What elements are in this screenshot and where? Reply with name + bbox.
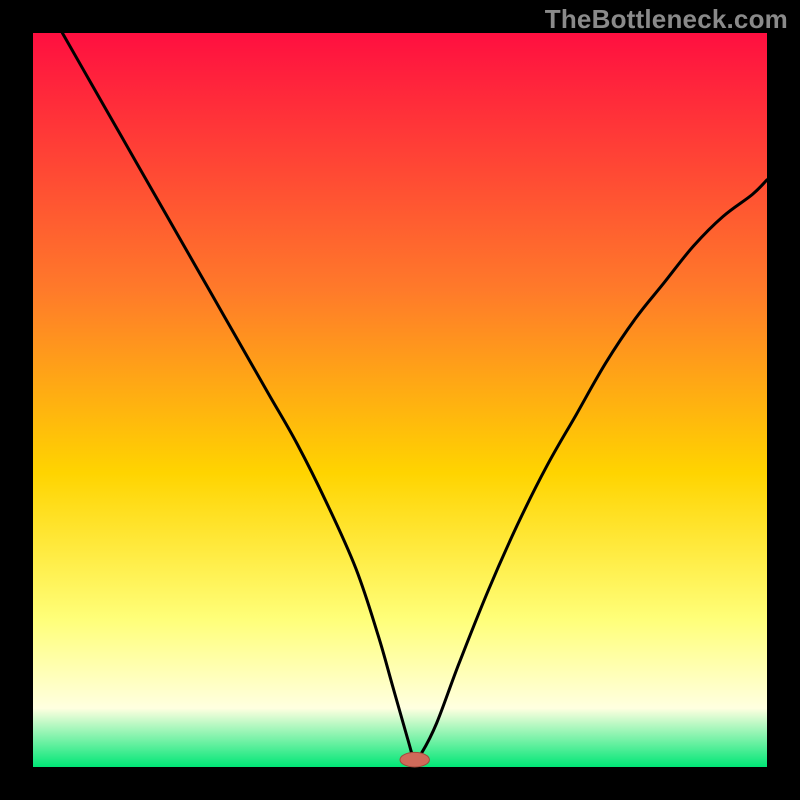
optimum-marker bbox=[400, 752, 429, 767]
chart-frame: { "watermark": "TheBottleneck.com", "col… bbox=[0, 0, 800, 800]
plot-background bbox=[33, 33, 767, 767]
watermark-text: TheBottleneck.com bbox=[545, 4, 788, 35]
bottleneck-chart bbox=[0, 0, 800, 800]
